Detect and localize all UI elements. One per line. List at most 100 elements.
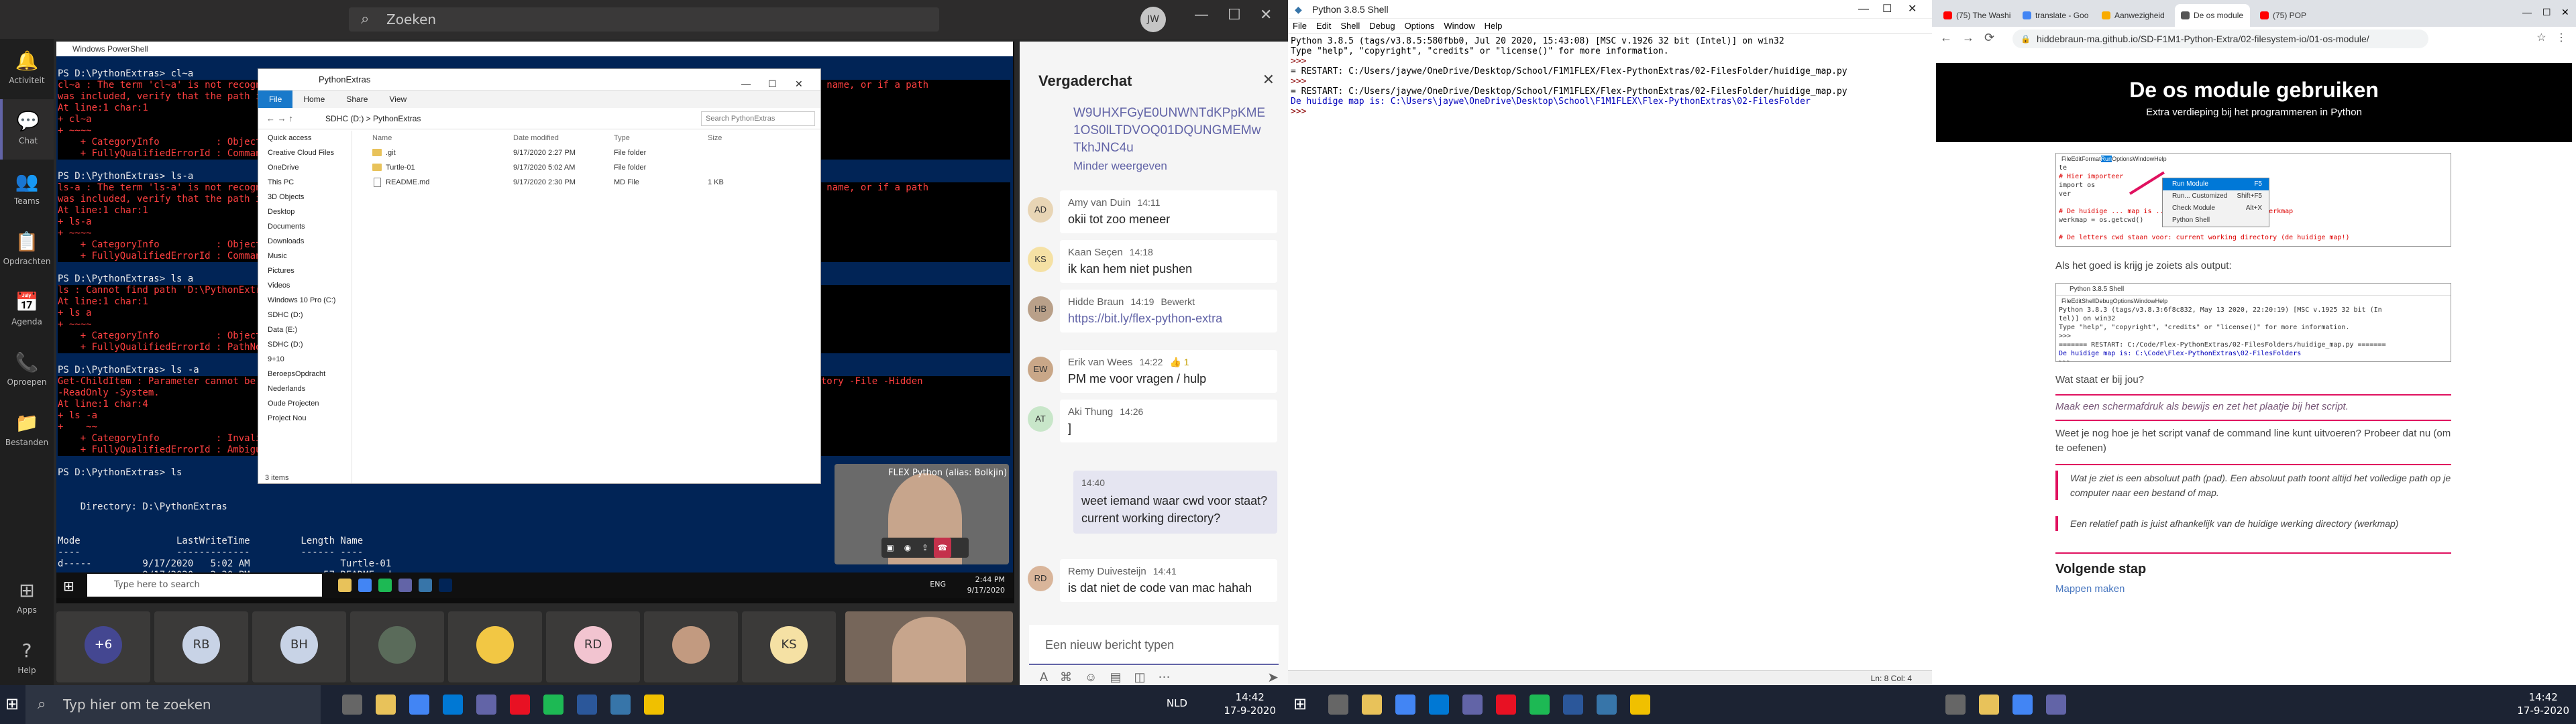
file-row[interactable]: Turtle-01 9/17/2020 5:02 AM File folder [359, 160, 822, 175]
menu-help[interactable]: Help [1480, 19, 1507, 34]
browser-tab[interactable]: Aanwezigheid [2096, 4, 2171, 27]
explorer-search-input[interactable]: Search PythonExtras [701, 111, 815, 126]
send-icon[interactable]: ➤ [1267, 669, 1279, 686]
python-app-icon[interactable] [419, 579, 432, 592]
menu-edit[interactable]: Edit [1311, 19, 1336, 34]
nav-item[interactable]: Windows 10 Pro (C:) [268, 293, 352, 308]
explorer-address-bar[interactable]: ← → ↑ SDHC (D:) > PythonExtras Search Py… [258, 108, 820, 129]
own-message[interactable]: 14:40 weet iemand waar cwd voor staat? c… [1073, 471, 1277, 534]
nav-item[interactable]: Videos [268, 278, 352, 293]
col-size[interactable]: Size [708, 131, 722, 145]
menu-file[interactable]: File [1288, 19, 1311, 34]
link-fragment[interactable]: W9UHXFGyE0UNWNTdKPpKME1OS0lLTDVOQ01DQUNG… [1073, 105, 1268, 157]
windows-start-icon[interactable]: ⊞ [1293, 695, 1307, 713]
more-icon[interactable]: ⋯ [1159, 670, 1171, 684]
format-icon[interactable]: A [1040, 670, 1047, 684]
powershell-app-icon[interactable] [439, 579, 452, 592]
participant-tile[interactable]: RD [546, 611, 640, 682]
notes-app-icon[interactable] [644, 695, 664, 715]
office-app-icon[interactable] [510, 695, 530, 715]
nav-item[interactable]: Oude Projecten [268, 396, 352, 411]
task-view-icon[interactable] [342, 695, 362, 715]
rail-item-opdrachten[interactable]: 📋 Opdrachten [0, 220, 54, 280]
close-icon[interactable]: ✕ [1260, 7, 1272, 23]
nav-item[interactable]: Nederlands [268, 381, 352, 396]
office-app-icon[interactable] [1496, 695, 1516, 715]
minimize-icon[interactable]: — [1858, 0, 1869, 19]
nav-item[interactable]: 3D Objects [268, 190, 352, 204]
user-avatar[interactable]: JW [1140, 7, 1166, 32]
task-view-icon[interactable] [1945, 695, 1966, 715]
chat-message[interactable]: RD Remy Duivesteijn 14:41 is dat niet de … [1028, 559, 1277, 602]
nav-item[interactable]: Downloads [268, 234, 352, 249]
taskbar-clock[interactable]: 14:42 17-9-2020 [2517, 690, 2569, 717]
ribbon-tab-file[interactable]: File [258, 90, 293, 108]
teams-app-icon[interactable] [476, 695, 496, 715]
chat-message[interactable]: KS Kaan Seçen 14:18 ik kan hem niet pushen [1028, 240, 1277, 283]
attach-icon[interactable]: ⌘ [1060, 670, 1072, 684]
camera-icon[interactable]: ▣ [881, 538, 899, 558]
participant-tile[interactable] [350, 611, 444, 682]
next-step-link[interactable]: Mappen maken [2055, 583, 2125, 595]
rail-item-activiteit[interactable]: 🔔 Activiteit [0, 39, 54, 99]
maximize-icon[interactable]: ☐ [768, 73, 777, 95]
nav-item[interactable]: This PC [268, 175, 352, 190]
emoji-icon[interactable]: ☺ [1085, 670, 1097, 684]
chat-message[interactable]: EW Erik van Wees 14:22 👍 1 PM me voor vragen… [1028, 350, 1277, 393]
extension-icons[interactable]: ☆ ⋮ [2536, 31, 2567, 44]
browser-tab[interactable]: (75) The Washi [1937, 4, 2012, 27]
maximize-icon[interactable]: ☐ [2542, 7, 2551, 18]
menu-shell[interactable]: Shell [1336, 19, 1364, 34]
explorer-app-icon[interactable] [376, 695, 396, 715]
maximize-icon[interactable]: ☐ [1228, 7, 1241, 23]
nav-buttons[interactable]: ← → ⟳ [1940, 31, 1994, 45]
back-forward-icon[interactable]: ← → ↑ [266, 108, 293, 129]
nav-item[interactable]: SDHC (D:) [268, 308, 352, 322]
message-text[interactable]: https://bit.ly/flex-python-extra [1068, 312, 1269, 326]
address-bar[interactable]: 🔒 hiddebraun-ma.github.io/SD-F1M1-Python… [2012, 29, 2428, 48]
participant-tile[interactable] [448, 611, 542, 682]
chrome-app-icon[interactable] [2012, 695, 2033, 715]
rail-item-apps[interactable]: ⊞ Apps [0, 568, 54, 629]
explorer-app-icon[interactable] [1362, 695, 1382, 715]
hang-up-icon[interactable]: ☎ [934, 538, 951, 558]
teams-app-icon[interactable] [2046, 695, 2066, 715]
minimize-icon[interactable]: — [1194, 7, 1209, 23]
explorer-app-icon[interactable] [338, 579, 352, 592]
teams-app-icon[interactable] [398, 579, 412, 592]
ribbon-tab-home[interactable]: Home [292, 90, 335, 108]
close-icon[interactable]: ✕ [795, 73, 803, 95]
mail-app-icon[interactable] [1429, 695, 1449, 715]
teams-search-input[interactable]: ⌕ Zoeken [349, 7, 939, 32]
col-date[interactable]: Date modified [513, 131, 559, 145]
participant-tile[interactable] [644, 611, 738, 682]
idle-shell-window[interactable]: ◆ Python 3.8.5 Shell — ☐ ✕ File Edit Shell… [1288, 0, 1932, 724]
close-icon[interactable]: ✕ [1908, 0, 1917, 19]
notes-app-icon[interactable] [1630, 695, 1650, 715]
rail-item-oproepen[interactable]: 📞 Oproepen [0, 341, 54, 401]
spotify-app-icon[interactable] [543, 695, 564, 715]
nav-item[interactable]: Data (E:) [268, 322, 352, 337]
participant-tile[interactable]: BH [252, 611, 346, 682]
nav-item[interactable]: Desktop [268, 204, 352, 219]
rail-item-bestanden[interactable]: 📁 Bestanden [0, 401, 54, 461]
chat-message[interactable]: AD Amy van Duin 14:11 okii tot zoo meneer [1028, 190, 1277, 233]
minimize-icon[interactable]: — [2522, 7, 2532, 17]
compose-input[interactable]: Een nieuw bericht typen [1029, 625, 1279, 665]
browser-tab[interactable]: (75) POP [2254, 4, 2329, 27]
chat-message[interactable]: AT Aki Thung 14:26] [1028, 400, 1277, 442]
menu-options[interactable]: Options [1400, 19, 1440, 34]
rail-item-help[interactable]: ? Help [0, 629, 54, 689]
ribbon-tab-view[interactable]: View [378, 90, 417, 108]
presenter-video-tile[interactable]: FLEX Python (alias: Bolkjin) ▣ ◉ ⇪ ☎ [835, 464, 1009, 564]
idle-shell-output[interactable]: Python 3.8.5 (tags/v3.8.5:580fbb0, Jul 2… [1288, 34, 1932, 119]
nav-item[interactable]: Music [268, 249, 352, 263]
nav-item[interactable]: Documents [268, 219, 352, 234]
file-row[interactable]: .git 9/17/2020 2:27 PM File folder [359, 145, 822, 160]
browser-tab[interactable]: De os module [2175, 4, 2250, 27]
close-chat-icon[interactable]: ✕ [1263, 71, 1275, 88]
col-name[interactable]: Name [372, 131, 392, 145]
ribbon-tab-share[interactable]: Share [335, 90, 378, 108]
remote-search-box[interactable]: Type here to search [87, 574, 322, 597]
nav-item[interactable]: Project Nou [268, 411, 352, 426]
